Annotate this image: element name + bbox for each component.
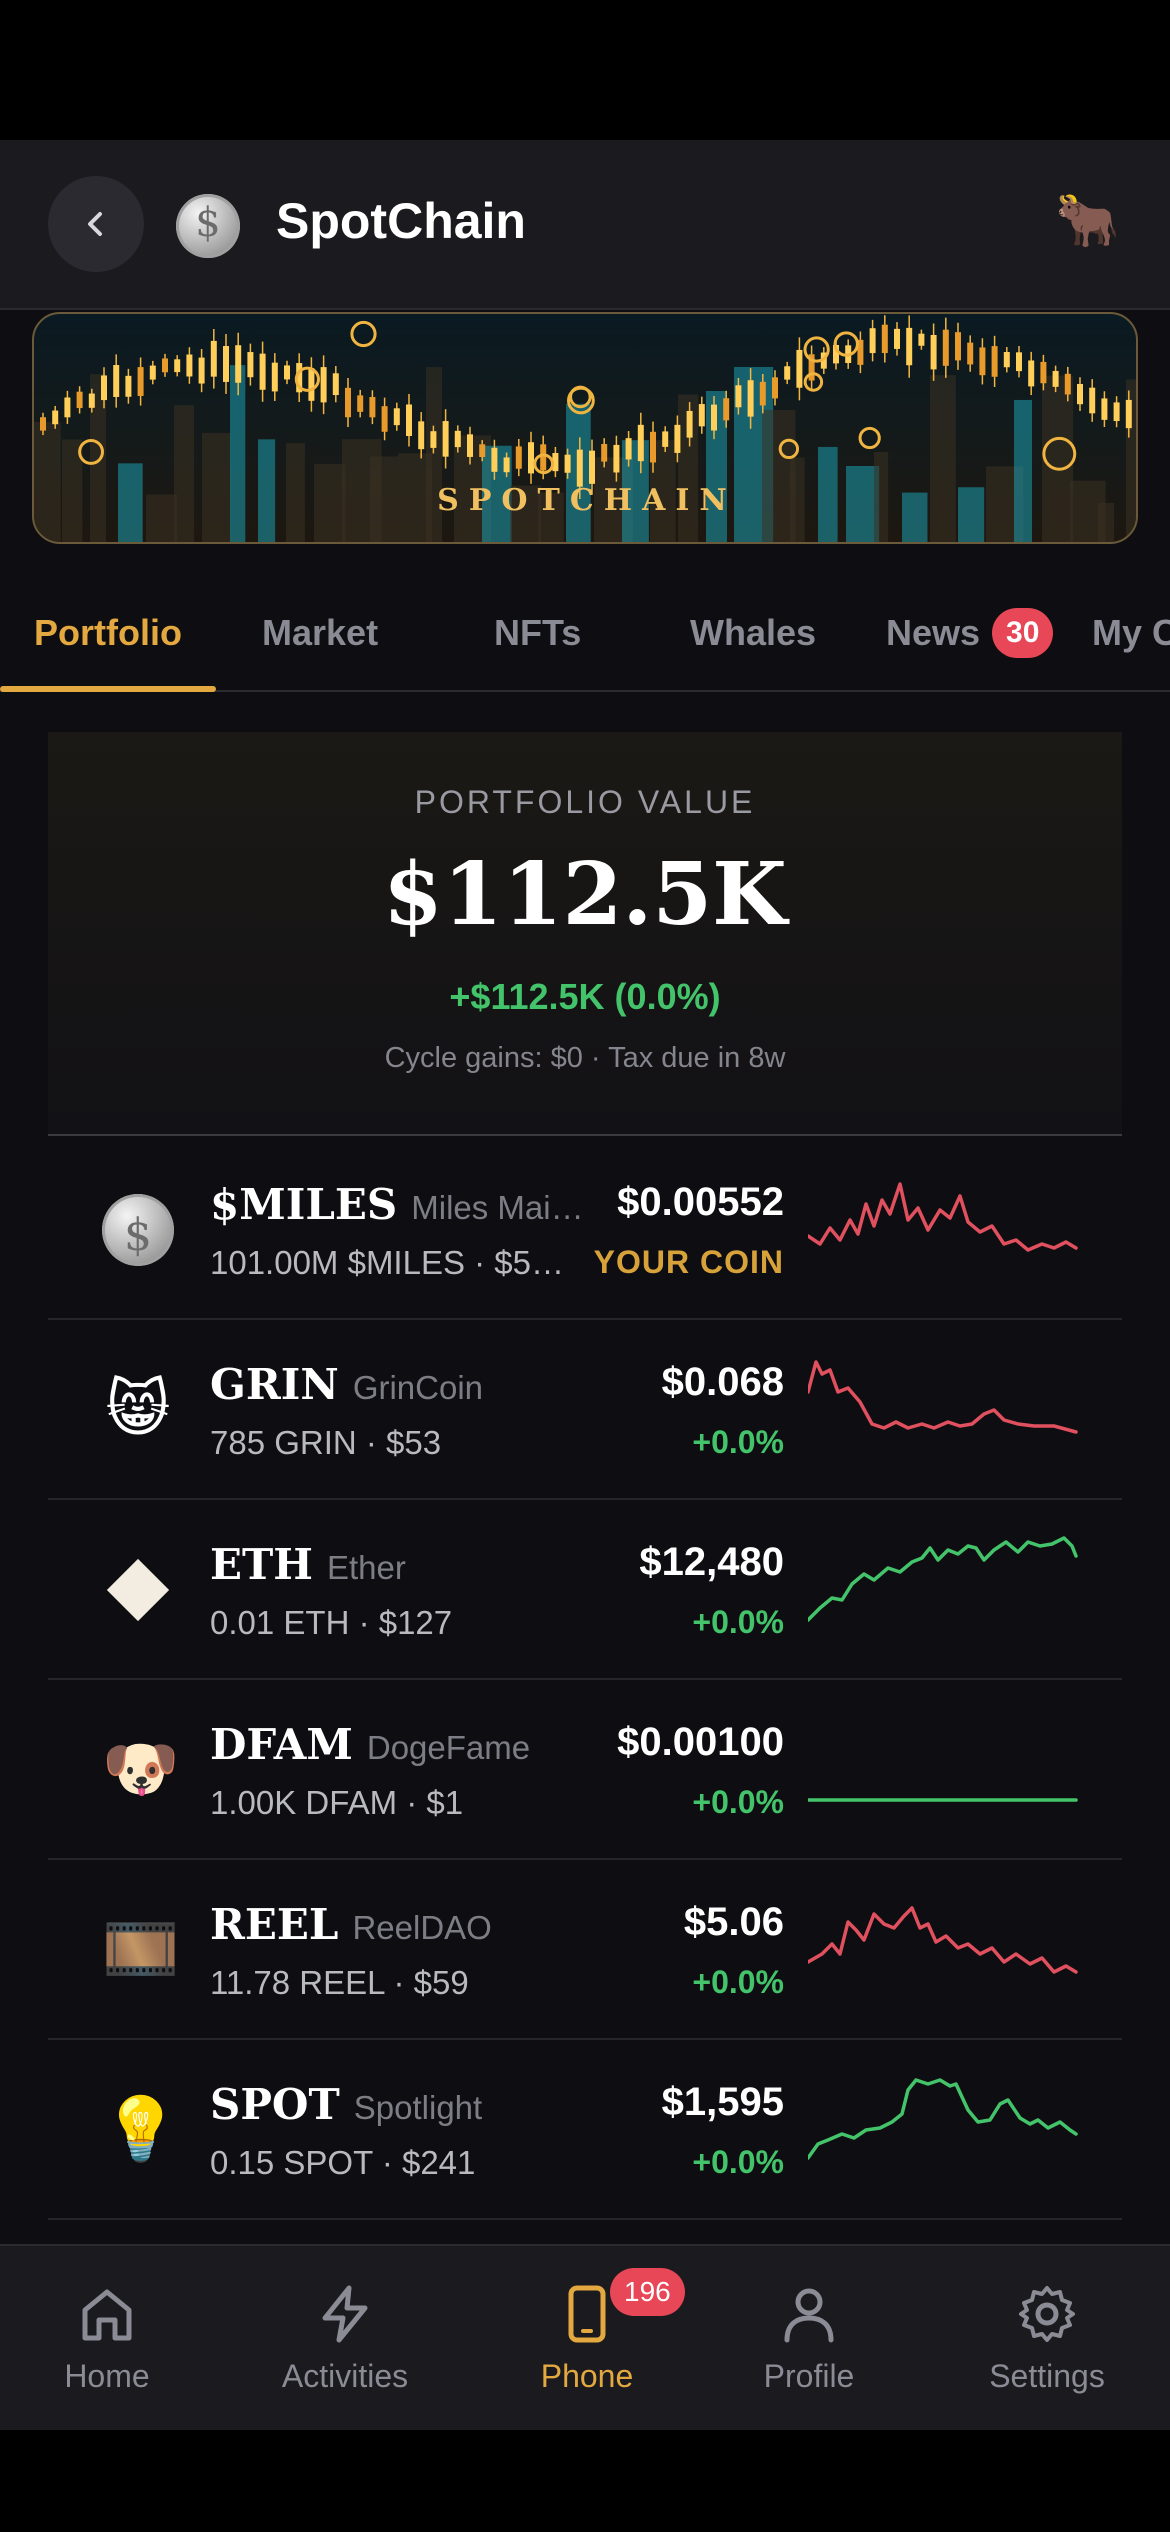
coin-ticker: REEL [210,1900,339,1949]
tab-bar: Portfolio Market NFTs Whales News 30 My C [0,576,1170,692]
sparkline-chart [808,1906,1078,1974]
coin-ticker: ETH [210,1540,313,1589]
nav-label: Activities [281,2358,409,2394]
tab-news[interactable]: News 30 [886,576,1054,692]
coin-row[interactable]: 💡 SPOT Spotlight 0.15 SPOT · $241 $1,595 +0.0… [48,2040,1122,2220]
tab-label: NFTs [494,612,582,653]
tab-my-coins[interactable]: My C [1092,576,1170,692]
nav-label: Profile [763,2358,855,2394]
active-tab-indicator [0,686,216,692]
nav-settings[interactable]: Settings [930,2246,1164,2430]
coin-row[interactable]: 🎞️ REEL ReelDAO 11.78 REEL · $59 $5.06 +0.0% [48,1860,1122,2040]
tab-label: Portfolio [34,612,182,653]
coin-name: Ether [326,1549,406,1586]
top-bar: SpotChain 🐂 [0,140,1170,310]
coin-row[interactable]: 🐶 DFAM DogeFame 1.00K DFAM · $1 $0.00100 +0.0… [48,1680,1122,1860]
coin-emoji-icon: 😸 [105,1375,171,1444]
coin-name: DogeFame [366,1729,531,1766]
nav-label: Settings [989,2358,1105,2394]
coin-holding: 0.01 ETH · $127 [210,1604,453,1641]
bull-icon[interactable]: 🐂 [1055,190,1120,251]
coin-symbol: SPOT Spotlight [210,2080,482,2129]
coin-logo-icon [176,194,240,258]
coin-emoji-icon: 🎞️ [102,1915,180,1984]
tab-nfts[interactable]: NFTs [494,576,581,692]
tab-label: Whales [690,612,817,653]
coin-price: $12,480 [639,1540,784,1584]
bolt-icon [322,2285,368,2343]
tab-label: My C [1092,612,1170,653]
coin-change: +0.0% [692,1424,784,1460]
coin-ticker: $MILES [210,1180,398,1229]
gear-icon [1019,2286,1075,2342]
nav-label: Home [64,2358,150,2394]
phone-notification-badge: 196 [610,2268,685,2316]
coin-name: Miles Mai… [411,1189,584,1226]
coin-symbol: $MILES Miles Mai… [210,1180,584,1229]
coin-name: GrinCoin [352,1369,484,1406]
coin-emoji-icon: 💡 [102,2095,180,2164]
coin-holding: 11.78 REEL · $59 [210,1964,469,2001]
tab-portfolio[interactable]: Portfolio [34,576,182,692]
silver-coin-icon [102,1194,174,1266]
nav-phone[interactable]: 196 Phone [470,2246,704,2430]
sparkline-chart [808,1798,1078,1802]
coin-change: YOUR COIN [593,1244,784,1280]
coin-price: $1,595 [661,2080,784,2124]
portfolio-value-label: PORTFOLIO VALUE [414,784,756,820]
coin-row[interactable]: $MILES Miles Mai… 101.00M $MILES · $5… $0.0… [48,1140,1122,1320]
nav-profile[interactable]: Profile [692,2246,926,2430]
diamond-icon [102,1554,174,1626]
hero-banner: SPOTCHAIN [32,312,1138,544]
back-button[interactable] [48,176,144,272]
home-icon [82,2289,132,2341]
coin-price: $5.06 [683,1900,784,1944]
tab-market[interactable]: Market [262,576,378,692]
coin-name: ReelDAO [352,1909,492,1946]
coin-symbol: DFAM DogeFame [210,1720,530,1769]
banner-title: SPOTCHAIN [437,483,737,518]
nav-home[interactable]: Home [0,2246,224,2430]
chevron-left-icon [88,212,102,236]
coin-change: +0.0% [692,1964,784,2000]
coin-emoji-icon: 🐶 [102,1735,180,1804]
coin-holding: 1.00K DFAM · $1 [210,1784,464,1821]
app-screen: SpotChain 🐂 SPOTCHAIN Portfolio Market N… [0,140,1170,2430]
coin-price: $0.00552 [617,1180,784,1224]
coin-price: $0.00100 [617,1720,784,1764]
coin-holding: 101.00M $MILES · $5… [210,1244,565,1281]
coin-symbol: GRIN GrinCoin [210,1360,483,1409]
tab-whales[interactable]: Whales [690,576,816,692]
sparkline-chart [808,2078,1078,2160]
coin-ticker: DFAM [210,1720,353,1769]
coin-change: +0.0% [692,1604,784,1640]
coin-holding: 0.15 SPOT · $241 [210,2144,476,2181]
nav-activities[interactable]: Activities [228,2246,462,2430]
coin-symbol: ETH Ether [210,1540,406,1589]
app-title: SpotChain [276,193,526,249]
news-count-badge: 30 [992,608,1054,659]
coin-ticker: GRIN [210,1360,339,1409]
coin-row[interactable]: 😸 GRIN GrinCoin 785 GRIN · $53 $0.068 +0.0% [48,1320,1122,1500]
tab-label: Market [262,612,379,653]
nav-label: Phone [540,2358,634,2394]
person-icon [784,2288,834,2343]
bottom-navigation: Home Activities 196 Phone Profile Settin… [0,2244,1170,2430]
portfolio-change: +$112.5K (0.0%) [449,976,721,1017]
coin-row[interactable]: ETH Ether 0.01 ETH · $127 $12,480 +0.0% [48,1500,1122,1680]
sparkline-chart [808,1182,1078,1252]
coin-change: +0.0% [692,2144,784,2180]
sparkline-chart [808,1536,1078,1622]
sparkline-chart [808,1360,1078,1434]
tab-label: News [886,612,981,653]
coin-price: $0.068 [661,1360,784,1404]
coin-change: +0.0% [692,1784,784,1820]
portfolio-value: $112.5K [383,844,787,945]
portfolio-summary-card: PORTFOLIO VALUE $112.5K +$112.5K (0.0%) … [48,732,1122,1136]
coin-name: Spotlight [353,2089,483,2126]
coin-ticker: SPOT [210,2080,340,2129]
coin-symbol: REEL ReelDAO [210,1900,492,1949]
portfolio-subtext: Cycle gains: $0 · Tax due in 8w [384,1042,786,1074]
coin-holding: 785 GRIN · $53 [210,1424,442,1461]
